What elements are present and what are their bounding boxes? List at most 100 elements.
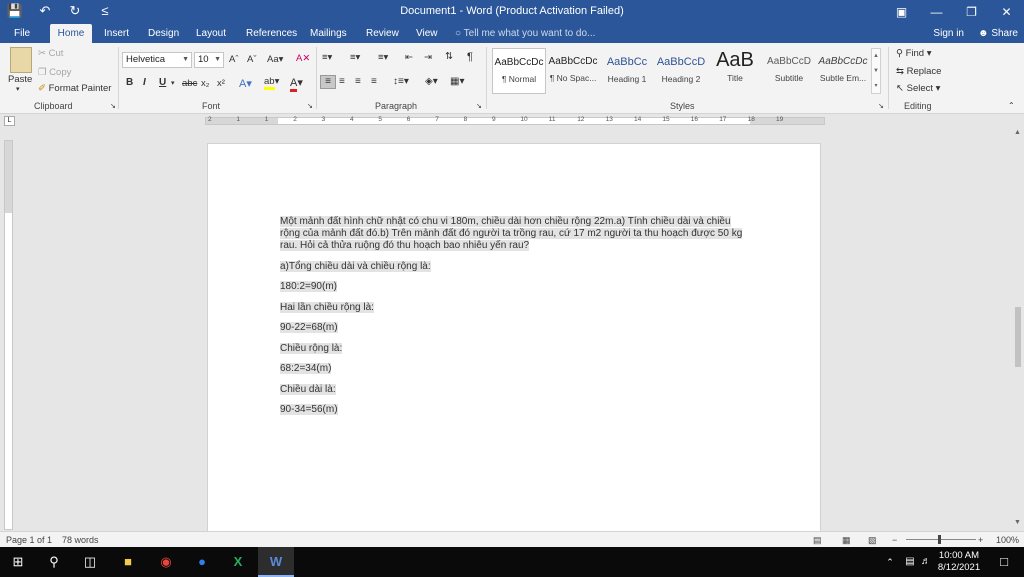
horizontal-ruler[interactable]: 2 1 1 2 3 4 5 6 7 8 9 10 11 12 13 14 15 16 17 18 19 [205,116,825,125]
strikethrough-button[interactable]: abc [182,78,197,89]
share-button[interactable]: ☻ Share [978,24,1018,43]
align-center-button[interactable]: ≡ [339,76,345,87]
line-spacing-icon[interactable]: ↕≡▾ [393,76,409,87]
vertical-scrollbar[interactable]: ▲ ▼ [1012,127,1024,531]
multilevel-list-icon[interactable]: ≡▾ [378,52,388,63]
print-layout-icon[interactable]: ▦ [842,535,851,546]
minimize-button[interactable]: — [919,0,954,24]
maximize-button[interactable]: ❐ [954,0,989,24]
collapse-ribbon-icon[interactable]: ⌃ [1008,101,1015,110]
clear-formatting-icon[interactable]: A✕ [296,53,310,64]
paste-dropdown-icon[interactable]: ▾ [16,85,20,93]
underline-button[interactable]: U [159,77,166,88]
font-color-icon[interactable]: A▾ [290,76,303,92]
copy-button[interactable]: ❐ Copy [38,67,71,78]
shading-icon[interactable]: ◈▾ [425,76,438,87]
scroll-up-icon[interactable]: ▲ [1014,129,1021,136]
justify-button[interactable]: ≡ [371,76,377,87]
sign-in-link[interactable]: Sign in [933,24,964,43]
numbering-icon[interactable]: ≡▾ [350,52,360,63]
format-painter-button[interactable]: ✐ Format Painter [38,83,111,94]
ribbon-display-options-icon[interactable]: ▣ [884,0,919,24]
styles-gallery-scroller[interactable]: ▲ ▼ ▾ [871,48,881,94]
web-layout-icon[interactable]: ▧ [868,535,877,546]
zoom-slider-handle[interactable] [938,535,941,544]
tab-layout[interactable]: Layout [190,24,232,43]
style-title[interactable]: AaB Title [708,48,762,94]
underline-dropdown-icon[interactable]: ▾ [171,79,175,87]
clipboard-launcher-icon[interactable]: ↘ [110,102,116,110]
notifications-icon[interactable]: □ [994,552,1014,572]
grow-font-icon[interactable]: Aˆ [229,54,239,65]
scroll-down-icon[interactable]: ▼ [1014,519,1021,526]
document-body[interactable]: Một mảnh đất hình chữ nhật có chu vi 180… [280,216,750,416]
search-icon[interactable]: ⚲ [44,552,64,572]
italic-button[interactable]: I [143,77,146,88]
tab-selector[interactable]: L [4,116,15,126]
tab-insert[interactable]: Insert [98,24,135,43]
excel-icon[interactable]: X [228,552,248,572]
vertical-ruler[interactable] [4,140,13,530]
style-no-spacing[interactable]: AaBbCcDc ¶ No Spac... [546,48,600,94]
zalo-icon[interactable]: ● [192,552,212,572]
font-launcher-icon[interactable]: ↘ [307,102,313,110]
tell-me-search[interactable]: ○ Tell me what you want to do... [455,24,595,43]
task-view-icon[interactable]: ◫ [80,552,100,572]
font-size-combo[interactable]: 10 ▼ [194,52,224,68]
subscript-button[interactable]: x₂ [201,78,209,89]
paste-button[interactable]: Paste [8,74,32,85]
cut-button[interactable]: ✂ Cut [38,48,63,59]
tab-design[interactable]: Design [142,24,185,43]
styles-launcher-icon[interactable]: ↘ [878,102,884,110]
borders-icon[interactable]: ▦▾ [450,76,464,87]
tab-file[interactable]: File [8,24,36,43]
word-icon[interactable]: W [266,552,286,572]
page-count[interactable]: Page 1 of 1 [6,535,52,545]
tab-mailings[interactable]: Mailings [304,24,353,43]
show-formatting-marks-icon[interactable]: ¶ [467,51,473,63]
replace-button[interactable]: ⇆ Replace [896,66,941,77]
style-heading-1[interactable]: AaBbCc Heading 1 [600,48,654,94]
tab-references[interactable]: References [240,24,303,43]
style-heading-2[interactable]: AaBbCcD Heading 2 [654,48,708,94]
text-effects-icon[interactable]: A▾ [239,77,252,90]
increase-indent-icon[interactable]: ⇥ [424,52,432,63]
find-button[interactable]: ⚲ Find ▾ [896,48,932,59]
zoom-level[interactable]: 100% [996,535,1019,545]
windows-start-icon[interactable]: ⊞ [8,552,28,572]
change-case-icon[interactable]: Aa▾ [267,54,283,65]
shrink-font-icon[interactable]: Aˇ [247,54,257,65]
word-count[interactable]: 78 words [62,535,99,545]
bold-button[interactable]: B [126,77,133,88]
font-group-label: Font [202,101,221,111]
chevron-up-icon[interactable]: ⌃ [880,552,900,572]
document-page[interactable]: Một mảnh đất hình chữ nhật có chu vi 180… [207,143,821,533]
select-button[interactable]: ↖ Select ▾ [896,83,940,94]
zoom-in-icon[interactable]: + [978,535,983,545]
scroll-thumb[interactable] [1015,307,1021,367]
close-button[interactable]: ✕ [989,0,1024,24]
zoom-slider[interactable] [906,539,976,540]
file-explorer-icon[interactable]: ■ [118,552,138,572]
tab-review[interactable]: Review [360,24,405,43]
vruler-top-margin [5,141,12,213]
decrease-indent-icon[interactable]: ⇤ [405,52,413,63]
system-clock[interactable]: 10:00 AM 8/12/2021 [928,550,990,574]
style-subtitle[interactable]: AaBbCcD Subtitle [762,48,816,94]
chrome-icon[interactable]: ◉ [156,552,176,572]
style-subtle-emphasis[interactable]: AaBbCcDc Subtle Em... [816,48,870,94]
bullets-icon[interactable]: ≡▾ [322,52,332,63]
tab-view[interactable]: View [410,24,444,43]
read-mode-icon[interactable]: ▤ [813,535,822,546]
tab-home[interactable]: Home [50,24,92,43]
style-normal[interactable]: AaBbCcDc ¶ Normal [492,48,546,94]
ruler-number: 17 [719,116,727,123]
superscript-button[interactable]: x² [217,78,225,89]
align-left-button[interactable]: ≡ [320,75,336,89]
sort-icon[interactable]: ⇅ [445,51,453,62]
paragraph-launcher-icon[interactable]: ↘ [476,102,482,110]
highlight-color-icon[interactable]: ab▾ [264,76,279,90]
zoom-out-icon[interactable]: − [892,535,897,545]
align-right-button[interactable]: ≡ [355,76,361,87]
font-family-combo[interactable]: Helvetica ▼ [122,52,192,68]
